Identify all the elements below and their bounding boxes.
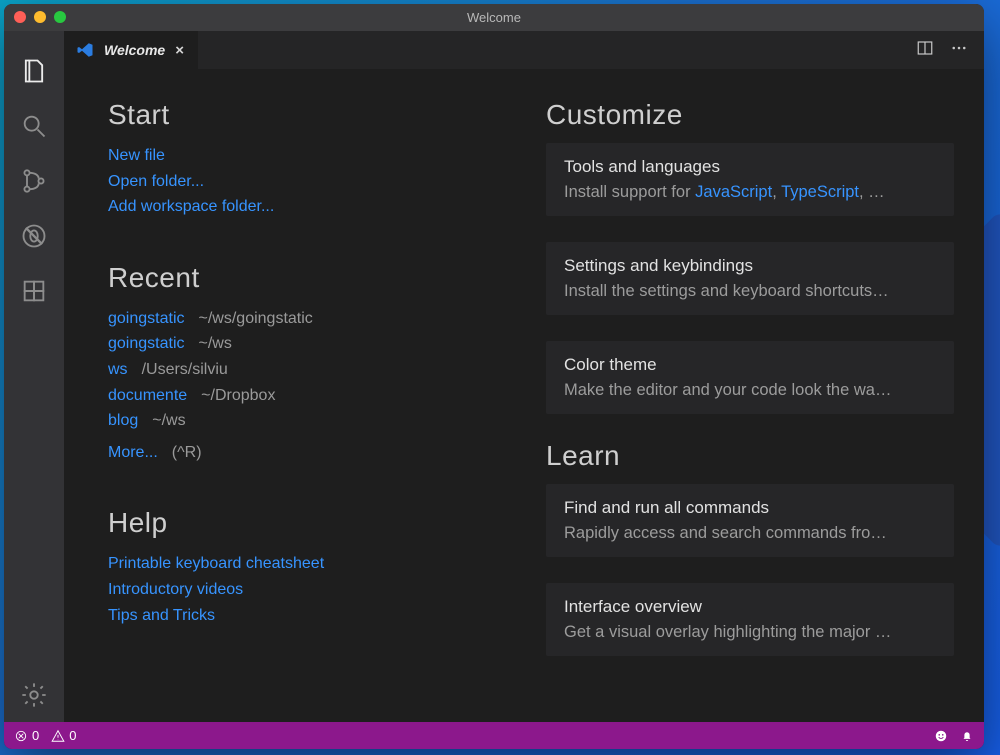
close-tab-icon[interactable]: ×	[175, 42, 184, 59]
card-title: Color theme	[564, 355, 936, 375]
tab-welcome[interactable]: Welcome ×	[64, 31, 198, 69]
card-title: Settings and keybindings	[564, 256, 936, 276]
help-link[interactable]: Introductory videos	[108, 577, 516, 603]
card-desc: Install support for JavaScript, TypeScri…	[564, 183, 936, 202]
debug-icon[interactable]	[4, 208, 64, 263]
card-title: Tools and languages	[564, 157, 936, 177]
tab-actions	[916, 31, 984, 69]
window-title: Welcome	[467, 10, 521, 25]
app-window: Welcome	[4, 4, 984, 749]
card-title: Interface overview	[564, 597, 936, 617]
close-window-button[interactable]	[14, 11, 26, 23]
status-warnings[interactable]: 0	[51, 728, 76, 743]
extensions-icon[interactable]	[4, 263, 64, 318]
recent-item[interactable]: ws/Users/silviu	[108, 357, 516, 383]
status-bar: 0 0	[4, 722, 984, 749]
welcome-page: Start New file Open folder... Add worksp…	[64, 69, 984, 722]
vscode-logo-icon	[76, 41, 94, 59]
customize-settings-card[interactable]: Settings and keybindings Install the set…	[546, 242, 954, 315]
more-actions-icon[interactable]	[950, 39, 968, 62]
help-link[interactable]: Tips and Tricks	[108, 603, 516, 629]
add-workspace-folder-link[interactable]: Add workspace folder...	[108, 194, 516, 220]
open-folder-link[interactable]: Open folder...	[108, 169, 516, 195]
status-feedback-icon[interactable]	[934, 729, 948, 743]
recent-item[interactable]: documente~/Dropbox	[108, 383, 516, 409]
customize-heading: Customize	[546, 99, 954, 131]
help-heading: Help	[108, 507, 516, 539]
card-desc: Rapidly access and search commands fro…	[564, 524, 936, 543]
customize-theme-card[interactable]: Color theme Make the editor and your cod…	[546, 341, 954, 414]
activity-bar	[4, 31, 64, 722]
learn-commands-card[interactable]: Find and run all commands Rapidly access…	[546, 484, 954, 557]
error-icon	[14, 729, 28, 743]
help-link[interactable]: Printable keyboard cheatsheet	[108, 551, 516, 577]
traffic-lights	[14, 11, 66, 23]
card-desc: Get a visual overlay highlighting the ma…	[564, 623, 936, 642]
status-errors[interactable]: 0	[14, 728, 39, 743]
minimize-window-button[interactable]	[34, 11, 46, 23]
split-editor-icon[interactable]	[916, 39, 934, 62]
card-title: Find and run all commands	[564, 498, 936, 518]
tab-label: Welcome	[104, 42, 165, 58]
learn-heading: Learn	[546, 440, 954, 472]
tab-bar: Welcome ×	[64, 31, 984, 69]
settings-gear-icon[interactable]	[4, 667, 64, 722]
recent-item[interactable]: goingstatic~/ws	[108, 331, 516, 357]
zoom-window-button[interactable]	[54, 11, 66, 23]
card-desc: Make the editor and your code look the w…	[564, 381, 936, 400]
warning-icon	[51, 729, 65, 743]
explorer-icon[interactable]	[4, 43, 64, 98]
new-file-link[interactable]: New file	[108, 143, 516, 169]
search-icon[interactable]	[4, 98, 64, 153]
recent-item[interactable]: blog~/ws	[108, 408, 516, 434]
status-bell-icon[interactable]	[960, 729, 974, 743]
card-desc: Install the settings and keyboard shortc…	[564, 282, 936, 301]
start-heading: Start	[108, 99, 516, 131]
titlebar[interactable]: Welcome	[4, 4, 984, 31]
recent-item[interactable]: goingstatic~/ws/goingstatic	[108, 306, 516, 332]
source-control-icon[interactable]	[4, 153, 64, 208]
recent-more[interactable]: More...(^R)	[108, 440, 516, 466]
recent-heading: Recent	[108, 262, 516, 294]
customize-tools-card[interactable]: Tools and languages Install support for …	[546, 143, 954, 216]
learn-overview-card[interactable]: Interface overview Get a visual overlay …	[546, 583, 954, 656]
